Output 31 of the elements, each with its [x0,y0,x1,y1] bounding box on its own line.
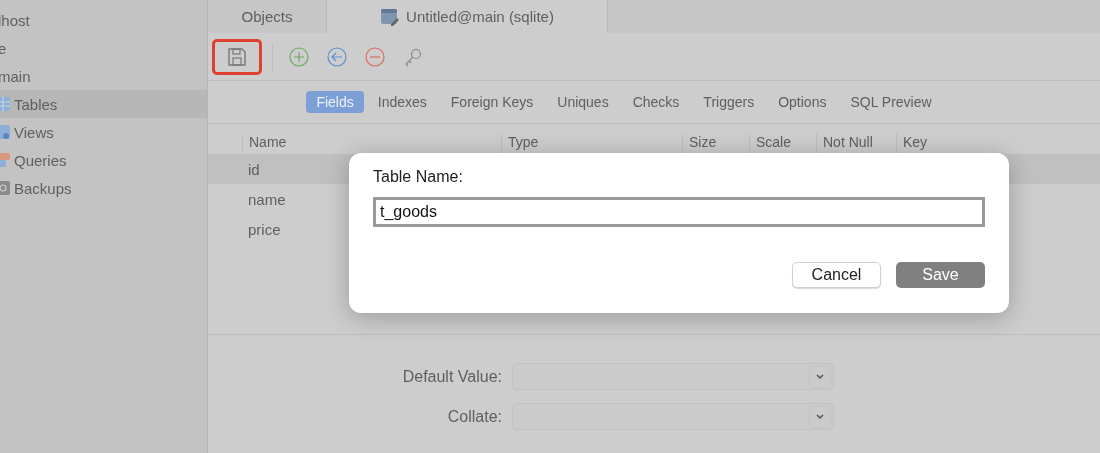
tab[interactable]: Indexes [367,91,437,113]
tab[interactable]: Uniques [547,91,619,113]
sidebar-item[interactable]: Tables [0,90,207,118]
save-button[interactable] [212,38,262,75]
save-button[interactable]: Save [896,262,985,288]
tab[interactable]: Untitled@main (sqlite) [327,0,608,33]
cancel-button[interactable]: Cancel [792,262,881,288]
left-arrow-icon[interactable] [325,44,349,69]
chevron-down-icon [809,365,831,388]
query-icon [0,152,10,168]
tab[interactable]: SQL Preview [840,91,942,113]
tab[interactable]: Fields [306,91,364,113]
tab[interactable]: Checks [622,91,690,113]
table-name-field[interactable]: t_goods [373,197,985,227]
field-label: Default Value: [401,367,502,386]
view-icon [0,124,10,140]
sidebar-item[interactable]: Backups [0,174,207,202]
dropdown[interactable] [512,363,834,390]
field-label: Collate: [446,407,502,426]
tab[interactable]: Options [768,91,837,113]
tab[interactable]: Triggers [693,91,765,113]
tab[interactable]: Foreign Keys [440,91,544,113]
sidebar-item[interactable]: Queries [0,146,207,174]
sidebar-item[interactable]: Views [0,118,207,146]
dialog-label: Table Name: [373,168,464,186]
remove-icon[interactable] [363,44,387,69]
add-icon[interactable] [287,44,311,69]
chevron-down-icon [809,405,831,428]
table-edit-icon [380,6,401,27]
table-icon [0,96,10,112]
dropdown[interactable] [512,403,834,430]
